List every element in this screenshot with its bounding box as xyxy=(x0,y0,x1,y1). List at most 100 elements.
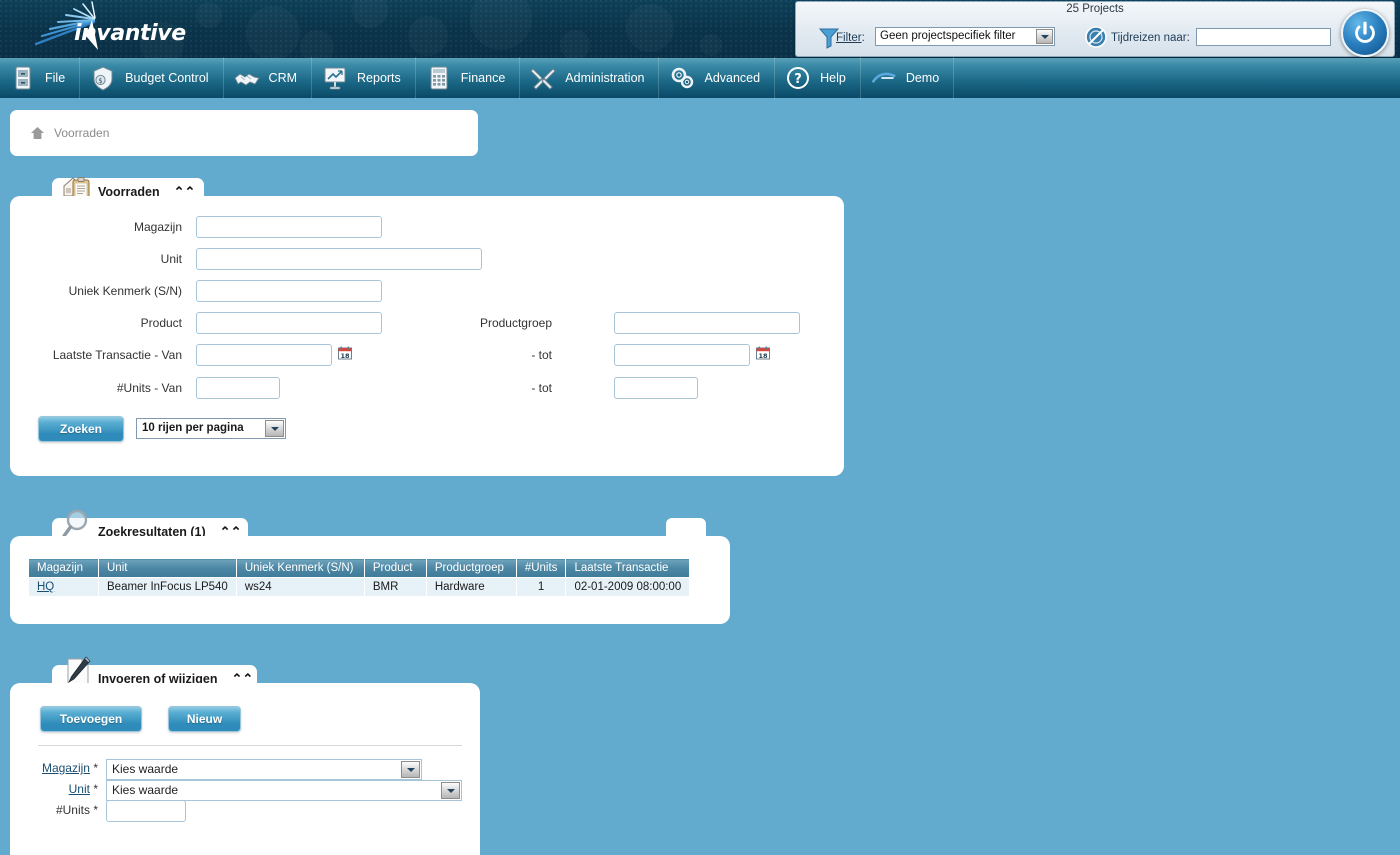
banner-bubble xyxy=(626,4,674,52)
menu-item-demo[interactable]: Demo xyxy=(861,57,955,99)
label-edit-units-text: #Units xyxy=(55,803,90,817)
project-filter-select[interactable]: Geen projectspecifiek filter xyxy=(875,27,1055,46)
time-travel-label: Tijdreizen naar: xyxy=(1111,32,1190,44)
label-transactie-tot: - tot xyxy=(531,348,552,362)
menu-item-budget-control[interactable]: $ Budget Control xyxy=(80,57,224,99)
time-travel-input[interactable] xyxy=(1196,28,1331,46)
label-magazijn: Magazijn xyxy=(133,220,182,234)
edit-unit-value: Kies waarde xyxy=(112,783,179,797)
menu-item-crm[interactable]: CRM xyxy=(224,57,313,99)
edit-unit-select[interactable]: Kies waarde xyxy=(106,780,462,801)
tools-icon xyxy=(530,65,556,91)
col-units[interactable]: #Units xyxy=(515,558,567,578)
menu-item-help[interactable]: ? Help xyxy=(775,57,861,99)
magazijn-link[interactable]: HQ xyxy=(37,581,54,593)
calculator-icon xyxy=(426,65,452,91)
project-filter-bar: 25 Projects Filter: Geen projectspecifie… xyxy=(795,1,1395,57)
label-edit-magazijn-text[interactable]: Magazijn xyxy=(42,761,90,775)
label-laatste-transactie-van: Laatste Transactie - Van xyxy=(52,348,182,362)
menu-label: Reports xyxy=(357,71,401,85)
banner-bubble xyxy=(408,16,448,56)
chevron-down-icon[interactable] xyxy=(1036,29,1053,44)
edit-units-input[interactable] xyxy=(106,800,186,822)
col-product[interactable]: Product xyxy=(363,558,427,578)
menu-label: Help xyxy=(820,71,846,85)
chevron-down-icon[interactable] xyxy=(265,420,284,437)
col-unit[interactable]: Unit xyxy=(98,558,237,578)
cell-unit: Beamer InFocus LP540 xyxy=(98,577,237,597)
presentation-chart-icon xyxy=(322,65,348,91)
cell-laatste-transactie: 02-01-2009 08:00:00 xyxy=(565,577,691,597)
search-product-input[interactable] xyxy=(196,312,382,334)
question-circle-icon: ? xyxy=(785,65,811,91)
menu-item-reports[interactable]: Reports xyxy=(312,57,416,99)
menu-label: CRM xyxy=(268,71,298,85)
label-units-tot: - tot xyxy=(531,381,552,395)
search-units-van-input[interactable] xyxy=(196,377,280,399)
calendar-icon[interactable]: 18 xyxy=(756,346,770,360)
rows-per-page-select[interactable]: 10 rijen per pagina xyxy=(136,418,286,439)
breadcrumb-current[interactable]: Voorraden xyxy=(54,126,109,140)
menu-item-finance[interactable]: Finance xyxy=(416,57,521,99)
home-icon[interactable] xyxy=(30,126,45,140)
brand-name: invantive xyxy=(74,21,186,46)
project-filter-value: Geen projectspecifiek filter xyxy=(880,30,1016,42)
label-productgroep: Productgroep xyxy=(479,316,552,330)
logout-power-button[interactable] xyxy=(1341,9,1389,57)
gears-icon xyxy=(669,65,695,91)
zoeken-button[interactable]: Zoeken xyxy=(38,416,124,442)
cell-magazijn: HQ xyxy=(28,577,99,597)
cell-productgroep: Hardware xyxy=(425,577,517,597)
required-marker: * xyxy=(93,782,98,796)
rows-per-page-value: 10 rijen per pagina xyxy=(142,422,244,434)
col-productgroep[interactable]: Productgroep xyxy=(425,558,517,578)
label-unit: Unit xyxy=(160,252,182,266)
search-units-tot-input[interactable] xyxy=(614,377,698,399)
label-edit-unit: Unit * xyxy=(10,782,98,796)
edit-panel: Toevoegen Nieuw Magazijn * Kies waarde U… xyxy=(10,683,480,855)
cell-units: 1 xyxy=(515,577,567,597)
search-transactie-tot-input[interactable] xyxy=(614,344,750,366)
menu-item-administration[interactable]: Administration xyxy=(520,57,660,99)
cabinet-icon xyxy=(10,65,36,91)
edit-magazijn-value: Kies waarde xyxy=(112,762,179,776)
chevron-down-icon[interactable] xyxy=(441,782,460,799)
power-icon xyxy=(1355,21,1375,43)
menu-label: File xyxy=(45,71,66,85)
search-magazijn-input[interactable] xyxy=(196,216,382,238)
filter-label: Filter: xyxy=(836,32,865,44)
search-productgroep-input[interactable] xyxy=(614,312,800,334)
search-uniek-kenmerk-input[interactable] xyxy=(196,280,382,302)
svg-text:?: ? xyxy=(794,72,802,87)
toevoegen-button[interactable]: Toevoegen xyxy=(40,706,142,732)
menu-label: Administration xyxy=(565,71,645,85)
time-travel-icon[interactable] xyxy=(1084,25,1108,49)
menu-item-advanced[interactable]: Advanced xyxy=(659,57,776,99)
label-uniek-kenmerk: Uniek Kenmerk (S/N) xyxy=(68,284,182,298)
invantive-logo[interactable]: invantive xyxy=(28,0,228,58)
search-unit-input[interactable] xyxy=(196,248,482,270)
chevron-down-icon[interactable] xyxy=(401,761,420,778)
menu-label: Advanced xyxy=(704,71,761,85)
results-panel: Magazijn Unit Uniek Kenmerk (S/N) Produc… xyxy=(10,536,730,624)
label-edit-magazijn: Magazijn * xyxy=(10,761,98,775)
menu-item-file[interactable]: File xyxy=(0,57,81,99)
menu-label: Demo xyxy=(905,71,940,85)
edit-magazijn-select[interactable]: Kies waarde xyxy=(106,759,422,780)
svg-text:18: 18 xyxy=(340,352,350,360)
menu-label: Finance xyxy=(460,71,506,85)
calendar-icon[interactable]: 18 xyxy=(338,346,352,360)
col-uniek-kenmerk[interactable]: Uniek Kenmerk (S/N) xyxy=(235,558,365,578)
nieuw-button[interactable]: Nieuw xyxy=(168,706,241,732)
col-magazijn[interactable]: Magazijn xyxy=(28,558,99,578)
label-product: Product xyxy=(140,316,182,330)
project-count-label: 25 Projects xyxy=(1066,3,1124,15)
label-edit-unit-text[interactable]: Unit xyxy=(69,782,90,796)
table-row[interactable]: HQ Beamer InFocus LP540 ws24 BMR Hardwar… xyxy=(28,577,691,597)
search-panel: Magazijn Unit Uniek Kenmerk (S/N) Produc… xyxy=(10,196,844,476)
col-laatste-transactie[interactable]: Laatste Transactie xyxy=(565,558,691,578)
handshake-icon xyxy=(233,65,260,91)
label-edit-units: #Units * xyxy=(10,803,98,817)
search-transactie-van-input[interactable] xyxy=(196,344,332,366)
banner-bubble xyxy=(700,34,722,56)
